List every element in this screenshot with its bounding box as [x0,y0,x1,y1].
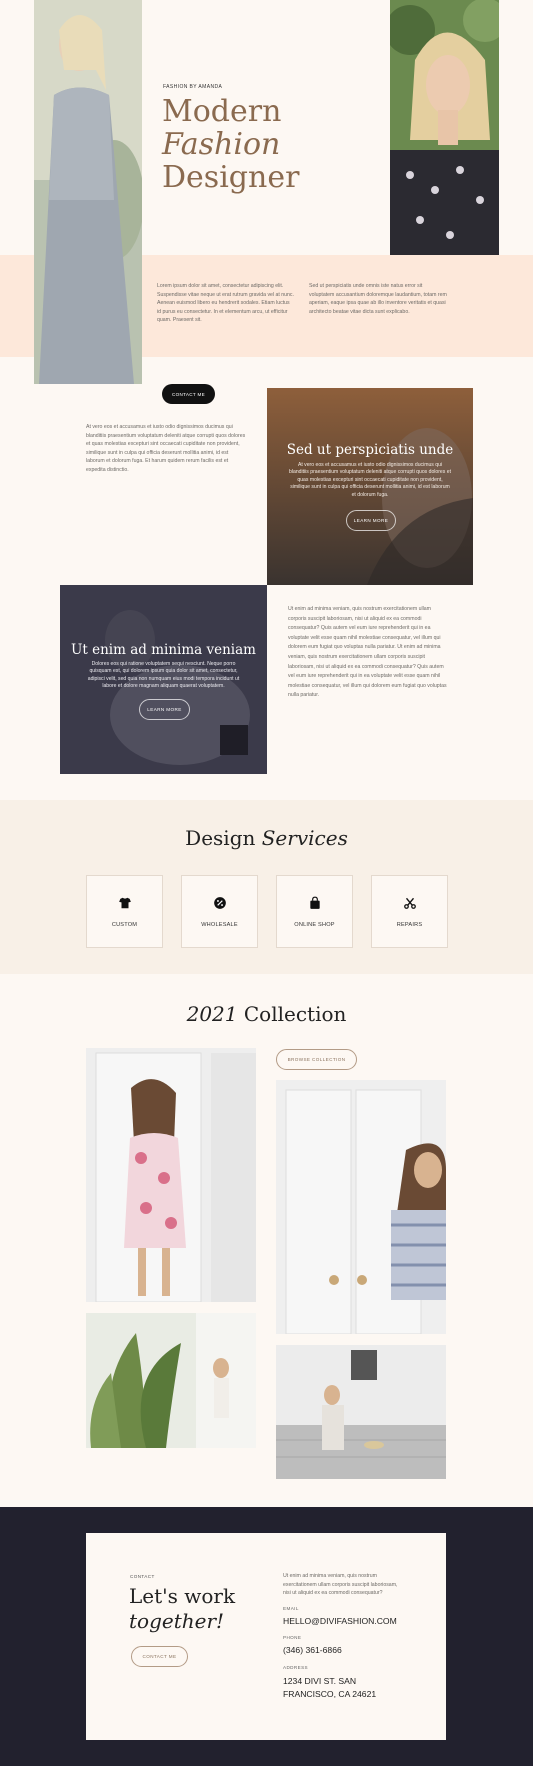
hero-paragraph-left: Lorem ipsum dolor sit amet, consectetur … [157,283,294,324]
address-line2: FRANCISCO, CA 24621 [283,1689,377,1699]
collection-title-plain: Collection [243,1002,347,1026]
service-label-repairs: REPAIRS [396,921,423,928]
hero-photo-left [34,0,142,384]
contact-title-line1: Let's work [129,1584,236,1608]
feature-card-2-button[interactable]: LEARN MORE [139,699,190,720]
collection-photo-2[interactable] [86,1313,256,1448]
service-label-wholesale: WHOLESALE [201,921,238,928]
service-card-custom[interactable]: CUSTOM [86,875,163,948]
service-label-online-shop: ONLINE SHOP [294,921,335,928]
feature-card-2-text: Dolores eos qui ratione voluptatem sequi… [87,661,240,690]
tshirt-icon [118,897,131,908]
address-line1: 1234 DIVI ST. SAN [283,1676,357,1686]
hero-title: Modern Fashion Designer [162,95,299,194]
collection-title-italic: 2021 [186,1002,238,1026]
service-card-repairs[interactable]: REPAIRS [371,875,448,948]
service-card-online-shop[interactable]: ONLINE SHOP [276,875,353,948]
collection-photo-1[interactable] [86,1048,256,1302]
contact-eyebrow: CONTACT [130,1574,155,1579]
shopping-bag-icon [309,896,320,909]
phone-value[interactable]: (346) 361-6866 [283,1645,342,1655]
services-title-italic: Services [261,826,348,850]
contact-intro: Ut enim ad minima veniam, quis nostrum e… [283,1573,398,1597]
about-paragraph-2: Ut enim ad minima veniam, quis nostrum e… [288,606,447,699]
collection-photo-3[interactable] [276,1080,446,1334]
contact-me-button[interactable]: CONTACT ME [162,384,215,404]
hero-paragraph-right: Sed ut perspiciatis unde omnis iste natu… [309,283,447,315]
percent-icon [213,896,226,909]
email-value[interactable]: HELLO@DIVIFASHION.COM [283,1616,397,1626]
hero-title-line2: Fashion [162,127,281,162]
service-label-custom: CUSTOM [111,921,138,928]
collection-title: 2021 Collection [0,1002,533,1026]
feature-card-2: Ut enim ad minima veniam Dolores eos qui… [60,585,267,774]
services-title-plain: Design [185,826,256,850]
hero-title-line1: Modern [162,94,282,129]
about-paragraph: At vero eos et accusamus et iusto odio d… [86,424,246,473]
hero-photo-right [390,0,499,255]
phone-label: PHONE [283,1635,302,1640]
service-card-wholesale[interactable]: WHOLESALE [181,875,258,948]
feature-card-1-text: At vero eos et accusamus et iusto odio d… [289,462,451,498]
contact-title-line2: together! [129,1609,225,1633]
contact-card-button[interactable]: CONTACT ME [131,1646,188,1667]
address-value: 1234 DIVI ST. SAN FRANCISCO, CA 24621 [283,1675,376,1701]
scissors-icon [403,897,416,909]
feature-card-2-title: Ut enim ad minima veniam [71,642,256,658]
hero-title-line3: Designer [162,160,300,195]
feature-card-1-button[interactable]: LEARN MORE [346,510,396,531]
feature-card-1-title: Sed ut perspiciatis unde [286,442,454,458]
contact-title: Let's work together! [129,1584,235,1634]
email-label: EMAIL [283,1606,299,1611]
services-title: Design Services [0,826,533,850]
hero-eyebrow: FASHION BY AMANDA [163,84,223,90]
address-label: ADDRESS [283,1665,309,1670]
contact-card [86,1533,446,1740]
feature-card-1: Sed ut perspiciatis unde At vero eos et … [267,388,473,585]
browse-collection-button[interactable]: BROWSE COLLECTION [276,1049,357,1070]
collection-photo-4[interactable] [276,1345,446,1479]
